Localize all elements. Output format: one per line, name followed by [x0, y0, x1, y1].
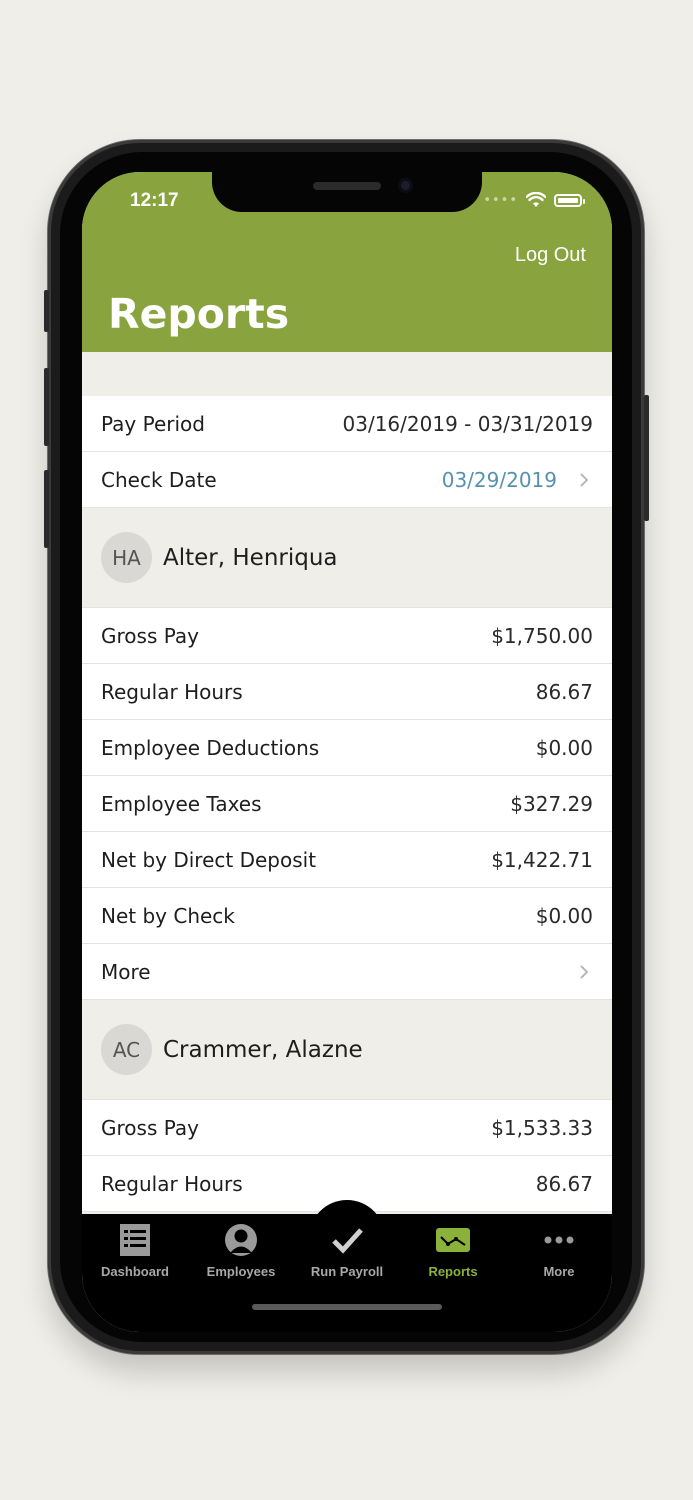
- volume-up-button: [44, 368, 49, 446]
- more-row[interactable]: More: [82, 944, 612, 1000]
- tab-bar: Dashboard Employees Run Payroll Reports: [82, 1200, 612, 1332]
- tab-label: Run Payroll: [310, 1264, 384, 1279]
- avatar: AC: [101, 1024, 152, 1075]
- volume-down-button: [44, 470, 49, 548]
- list-item: Gross Pay $1,533.33: [82, 1100, 612, 1156]
- checkmark-icon: [332, 1228, 363, 1254]
- wifi-icon: [526, 192, 546, 207]
- tab-label: Dashboard: [101, 1264, 169, 1279]
- status-icons: ••••: [483, 192, 585, 208]
- tab-label: More: [543, 1264, 575, 1279]
- row-value: $0.00: [535, 903, 593, 928]
- speaker: [313, 182, 381, 190]
- tab-label: Employees: [206, 1264, 276, 1279]
- list-item: Regular Hours 86.67: [82, 664, 612, 720]
- chart-icon: [436, 1228, 470, 1252]
- avatar: HA: [101, 532, 152, 583]
- row-value: 86.67: [535, 1171, 593, 1196]
- row-value: 86.67: [535, 679, 593, 704]
- row-value: $1,533.33: [491, 1115, 593, 1140]
- app-screen: 12:17 •••• Log Out Reports Pay Period 03…: [82, 172, 612, 1332]
- person-icon: [225, 1224, 257, 1256]
- list-item: Net by Check $0.00: [82, 888, 612, 944]
- tab-dashboard[interactable]: Dashboard: [82, 1214, 188, 1279]
- employee-name: Alter, Henriqua: [163, 544, 338, 571]
- report-content: Pay Period 03/16/2019 - 03/31/2019 Check…: [82, 396, 612, 1212]
- row-label: Employee Taxes: [101, 791, 262, 816]
- row-label: Net by Direct Deposit: [101, 847, 317, 872]
- home-indicator[interactable]: [252, 1304, 442, 1310]
- more-label: More: [101, 959, 151, 984]
- check-date-label: Check Date: [101, 467, 217, 492]
- row-value: $1,750.00: [491, 623, 593, 648]
- notch: [212, 172, 482, 212]
- power-button: [644, 395, 649, 521]
- row-label: Net by Check: [101, 903, 235, 928]
- chevron-right-icon: [580, 964, 589, 979]
- tab-run-payroll[interactable]: Run Payroll: [294, 1214, 400, 1279]
- tab-employees[interactable]: Employees: [188, 1214, 294, 1279]
- tab-more[interactable]: More: [506, 1214, 612, 1279]
- pay-period-value: 03/16/2019 - 03/31/2019: [342, 411, 593, 436]
- row-label: Gross Pay: [101, 1115, 199, 1140]
- list-item: Gross Pay $1,750.00: [82, 608, 612, 664]
- employee-header: HA Alter, Henriqua: [82, 508, 612, 608]
- camera: [398, 178, 413, 193]
- chevron-right-icon: [580, 472, 589, 487]
- employee-name: Crammer, Alazne: [163, 1036, 363, 1063]
- list-item: Net by Direct Deposit $1,422.71: [82, 832, 612, 888]
- list-item: Employee Taxes $327.29: [82, 776, 612, 832]
- more-dots-icon: [544, 1236, 574, 1244]
- row-label: Gross Pay: [101, 623, 199, 648]
- row-value: $0.00: [535, 735, 593, 760]
- pay-period-label: Pay Period: [101, 411, 205, 436]
- employee-header: AC Crammer, Alazne: [82, 1000, 612, 1100]
- row-label: Regular Hours: [101, 1171, 243, 1196]
- page-title: Reports: [108, 290, 290, 338]
- status-time: 12:17: [130, 190, 179, 211]
- mute-switch: [44, 290, 49, 332]
- row-value: $1,422.71: [491, 847, 593, 872]
- battery-icon: [554, 193, 585, 207]
- logout-button[interactable]: Log Out: [515, 244, 586, 267]
- row-label: Employee Deductions: [101, 735, 320, 760]
- list-item: Employee Deductions $0.00: [82, 720, 612, 776]
- row-value: $327.29: [510, 791, 593, 816]
- tab-label: Reports: [428, 1264, 478, 1279]
- check-date-value[interactable]: 03/29/2019: [442, 468, 557, 492]
- tab-reports[interactable]: Reports: [400, 1214, 506, 1279]
- pay-period-row: Pay Period 03/16/2019 - 03/31/2019: [82, 396, 612, 452]
- signal-icon: ••••: [483, 192, 518, 208]
- check-date-row[interactable]: Check Date 03/29/2019: [82, 452, 612, 508]
- list-icon: [120, 1224, 150, 1256]
- row-label: Regular Hours: [101, 679, 243, 704]
